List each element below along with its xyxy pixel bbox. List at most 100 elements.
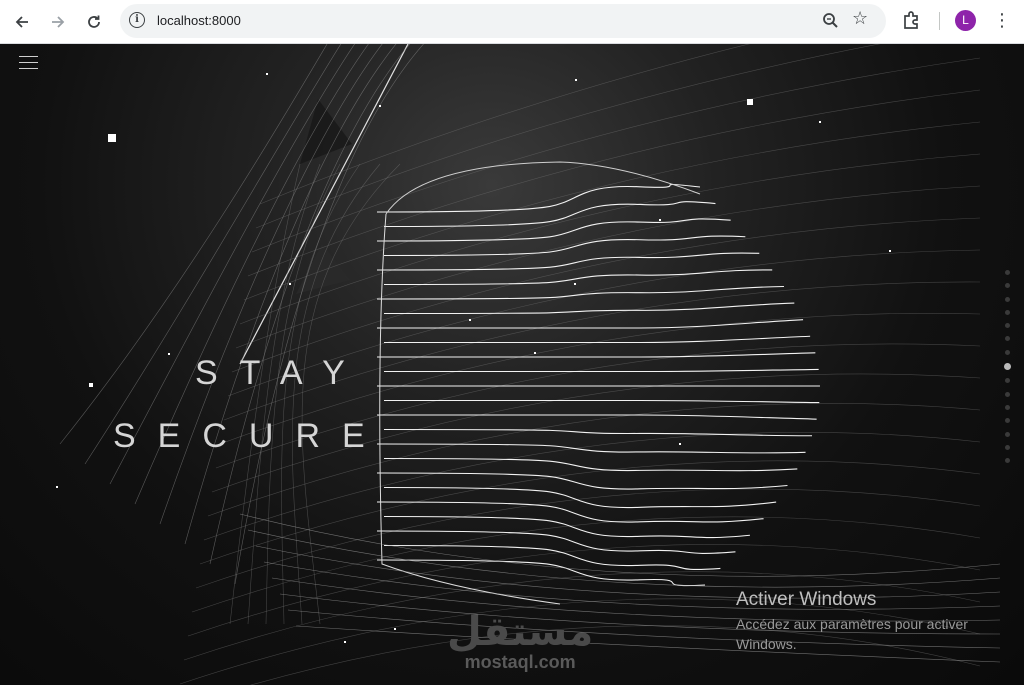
pagination-dot[interactable] (1005, 349, 1010, 355)
background-wave-line (235, 185, 981, 349)
pagination-dot[interactable] (1005, 404, 1010, 410)
pagination-dot[interactable] (1005, 270, 1010, 275)
background-wave-line (255, 44, 881, 229)
face-wave-line (376, 443, 806, 454)
pagination-dot[interactable] (1004, 363, 1011, 371)
star-particle (747, 99, 753, 105)
arrow-left-icon (15, 16, 28, 28)
puzzle-icon[interactable] (900, 9, 924, 33)
star-particle (266, 73, 268, 75)
face-wave-line (376, 559, 706, 587)
background-curve-line (292, 163, 381, 625)
star-particle (534, 352, 536, 354)
face-wave-line (383, 201, 716, 228)
face-wave-line (376, 183, 701, 213)
background-wave-line (199, 460, 981, 565)
star-particle (889, 250, 891, 252)
face-outline-line (385, 161, 701, 215)
brand-latin: mostaql.com (464, 652, 576, 672)
face-wave-line (383, 457, 798, 472)
face-wave-line (376, 530, 736, 554)
star-particle (108, 134, 116, 142)
arrow-right-icon (52, 16, 65, 28)
background-wave-line (251, 57, 981, 253)
watermark-text: Accédez aux paramètres pour activer Wind… (736, 616, 968, 652)
brand-arabic: مستقل (447, 609, 594, 655)
forward-button[interactable] (44, 8, 72, 36)
background-curve-line (229, 163, 301, 625)
star-particle (679, 443, 681, 445)
star-particle (575, 79, 577, 81)
pagination-dot[interactable] (1005, 296, 1010, 302)
face-wave-line (383, 269, 773, 286)
watermark-title: Activer Windows (736, 589, 877, 610)
address-bar[interactable]: i localhost:8000 ☆ (120, 4, 886, 38)
face-wave-line (383, 235, 746, 257)
star-particle (344, 641, 346, 643)
face-wave-line (383, 428, 813, 437)
profile-avatar[interactable]: L (955, 10, 976, 31)
star-particle (289, 283, 291, 285)
reload-icon (88, 15, 100, 28)
toolbar-separator (939, 12, 940, 30)
browser-toolbar: i localhost:8000 ☆ L ⋮ (0, 0, 1024, 44)
pagination-dot[interactable] (1005, 458, 1010, 464)
star-particle (659, 219, 661, 221)
triangle-shape (535, 44, 570, 52)
background-wave-line (223, 281, 981, 421)
mostaql-logo: مستقل mostaql.com (447, 612, 593, 673)
background-wave-line (247, 89, 981, 277)
background-wave-line (231, 217, 981, 373)
pagination-dot[interactable] (1005, 418, 1010, 424)
face-wave-line (383, 544, 721, 570)
pagination-dot[interactable] (1005, 336, 1010, 342)
star-particle (469, 319, 471, 321)
face-wave-line (376, 472, 788, 490)
background-wave-line (239, 153, 981, 325)
face-wave-line (377, 352, 816, 358)
face-wave-line (376, 414, 817, 420)
background-curve-line (301, 163, 401, 625)
background-curve-line (281, 163, 361, 625)
url-text[interactable]: localhost:8000 (157, 13, 241, 28)
background-wave-line (243, 121, 981, 301)
pagination-dot[interactable] (1005, 378, 1010, 384)
star-icon[interactable]: ☆ (852, 8, 868, 29)
zoom-icon[interactable] (820, 10, 842, 32)
pagination-dot[interactable] (1005, 391, 1010, 397)
star-particle (819, 121, 821, 123)
face-wave-line (384, 368, 819, 373)
star-particle (168, 353, 170, 355)
star-particle (574, 283, 576, 285)
info-icon[interactable]: i (129, 12, 145, 28)
hero-title-line1: STAY (195, 354, 367, 392)
background-wave-line (195, 488, 981, 589)
section-pagination (1004, 270, 1012, 471)
hero-title-line2: SECURE (113, 417, 387, 455)
pagination-dot[interactable] (1005, 283, 1010, 289)
kebab-menu-icon[interactable]: ⋮ (992, 8, 1012, 34)
face-wave-line (383, 486, 777, 509)
pagination-dot[interactable] (1005, 323, 1010, 329)
face-wave-line (383, 515, 750, 539)
hero-canvas: STAY SECURE Activer Windows Accédez aux … (0, 44, 1024, 685)
back-button[interactable] (8, 8, 36, 36)
face-wave-line (376, 218, 731, 242)
bottom-wave-line (239, 513, 1001, 577)
star-particle (89, 383, 93, 387)
pagination-dot[interactable] (1005, 431, 1010, 437)
pagination-dot[interactable] (1005, 444, 1010, 450)
reload-button[interactable] (80, 8, 108, 36)
triangle-shape (300, 99, 352, 164)
face-wave-line (384, 399, 820, 404)
windows-activation-watermark: Activer Windows Accédez aux paramètres p… (736, 589, 996, 654)
face-wave-line (383, 302, 795, 315)
pagination-dot[interactable] (1005, 309, 1010, 315)
face-wave-line (376, 501, 764, 523)
star-particle (56, 486, 58, 488)
background-wave-line (259, 44, 751, 205)
star-particle (394, 628, 396, 630)
star-particle (379, 105, 381, 107)
face-wave-line (383, 335, 811, 344)
hamburger-menu-icon[interactable] (19, 56, 39, 72)
